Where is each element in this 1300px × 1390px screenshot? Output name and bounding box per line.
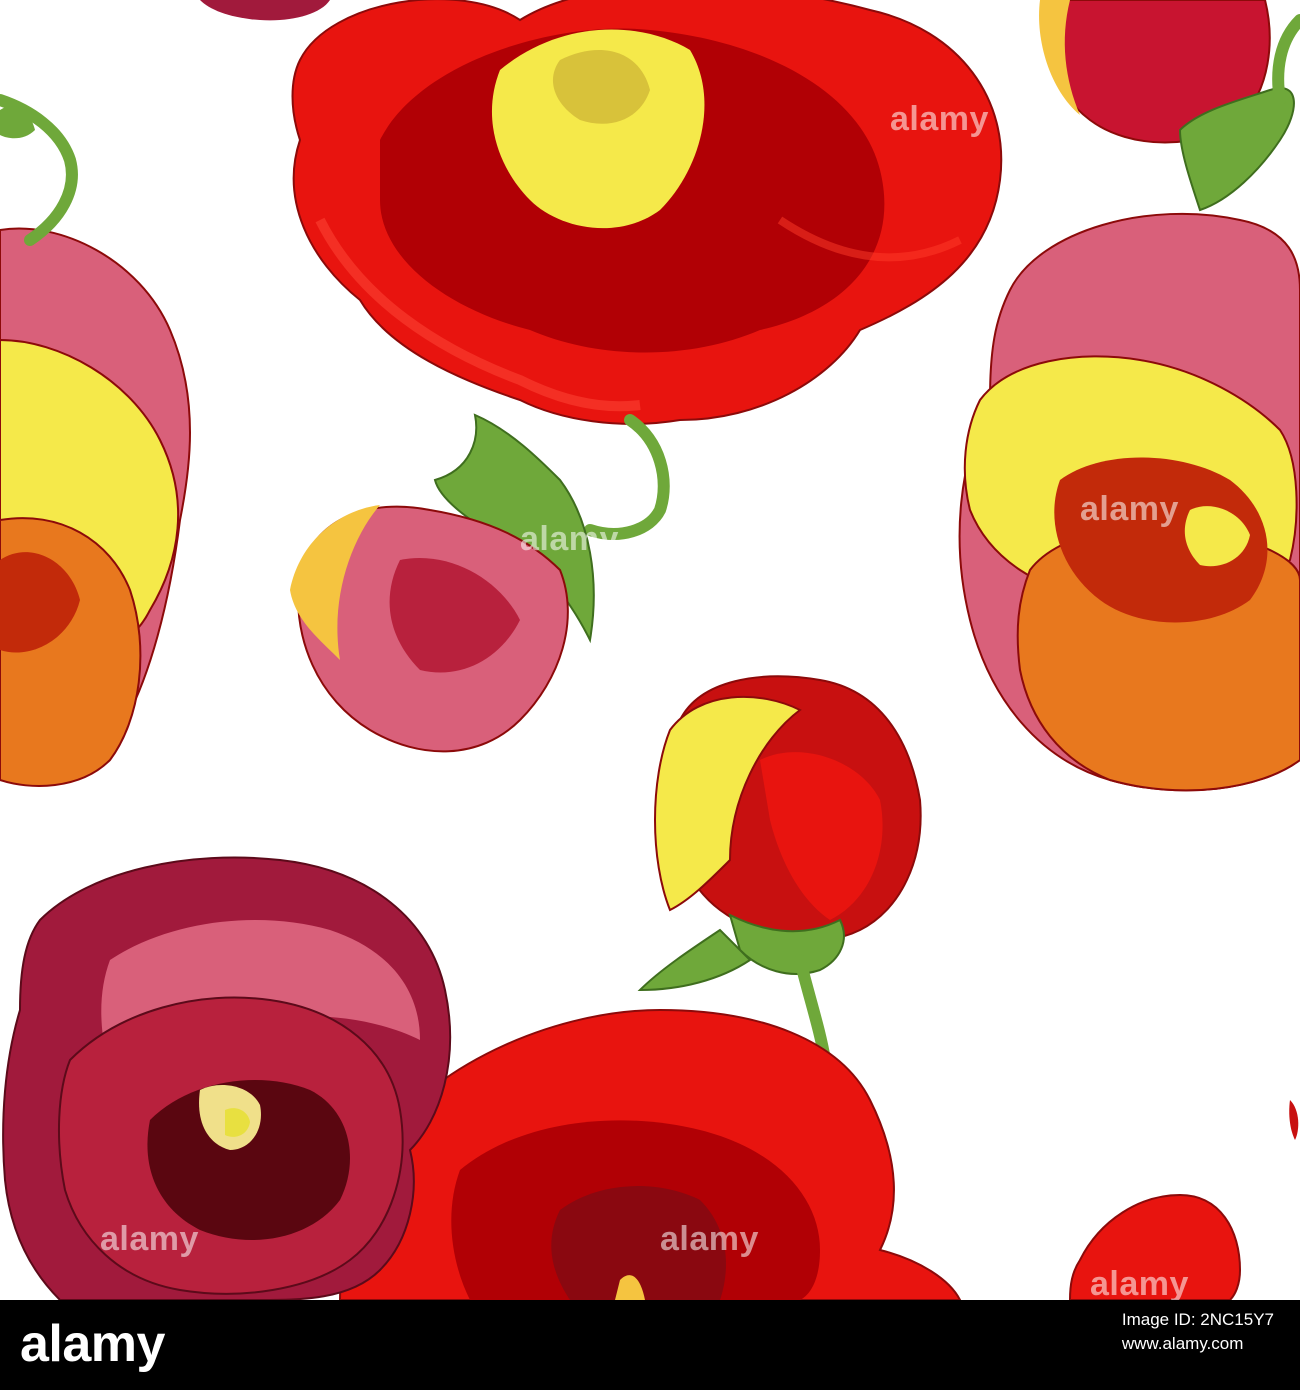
red-bud-bottom-right (1068, 1100, 1299, 1300)
image-id-label: Image ID: 2NC15Y7 (1121, 1310, 1274, 1329)
maroon-blossom-top-left-edge (200, 0, 330, 21)
yellow-orange-pansy-right (958, 212, 1300, 792)
stem-left-edge (0, 94, 78, 246)
footer-logo: alamy (20, 1315, 165, 1373)
red-bud-center (637, 675, 922, 1066)
footer-image-info: Image ID: 2NC15Y7 www.alamy.com (1122, 1308, 1274, 1356)
red-bud-top-right (1039, 0, 1300, 212)
red-pansy-top (291, 0, 1003, 425)
footer-bar: alamy Image ID: 2NC15Y7 www.alamy.com (0, 1300, 1300, 1390)
yellow-pansy-left-edge (0, 227, 191, 787)
floral-pattern-artwork: alamy alamy alamy alamy alamy alamy (0, 0, 1300, 1300)
site-url: www.alamy.com (1121, 1334, 1244, 1353)
crimson-pansy-bottom-left (2, 856, 452, 1300)
